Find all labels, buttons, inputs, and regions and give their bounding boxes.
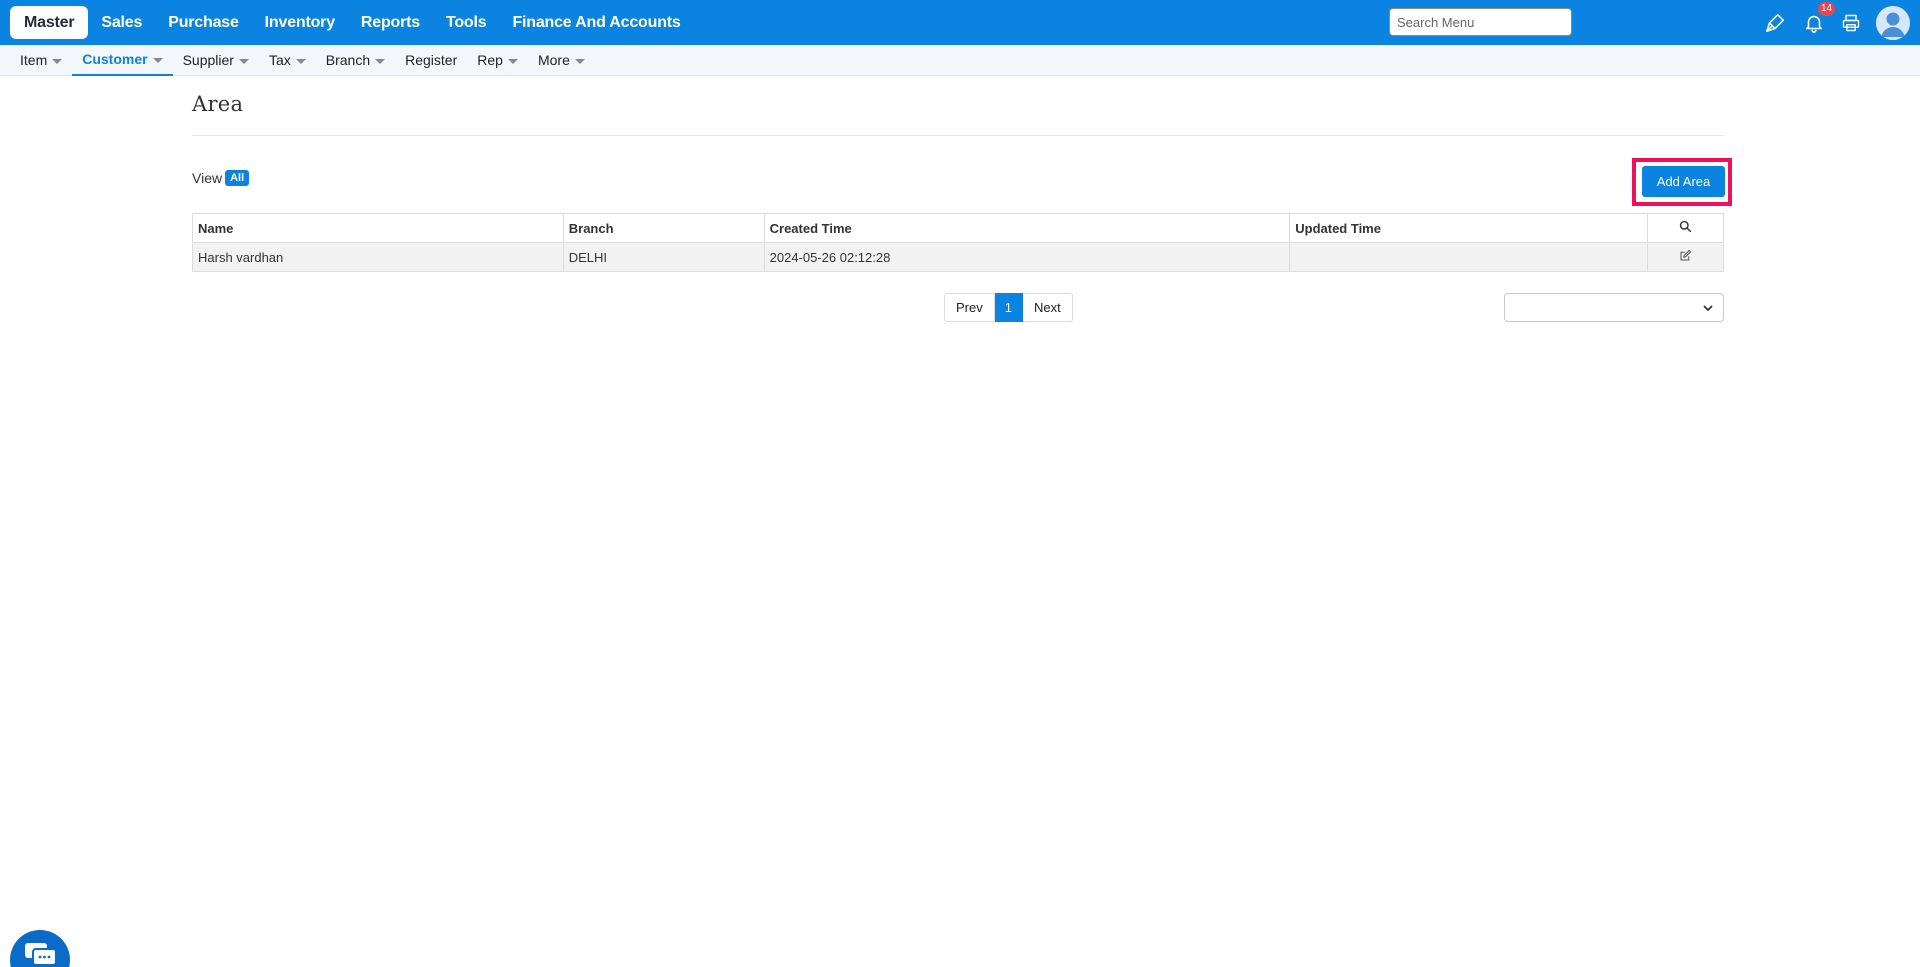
submenu-item-label: Supplier [182,52,234,68]
menu-tools[interactable]: Tools [433,6,499,39]
column-header-updated-time[interactable]: Updated Time [1289,213,1649,243]
caret-down-icon [574,58,585,64]
page-1-button[interactable]: 1 [994,293,1023,322]
submenu-item[interactable]: Item [10,45,72,76]
caret-down-icon [52,58,63,64]
view-filter: View All [192,170,250,186]
submenu-item-label: Item [20,52,48,68]
menu-reports[interactable]: Reports [348,6,433,39]
submenu-supplier[interactable]: Supplier [173,45,259,76]
submenu-item-label: Customer [82,51,148,67]
submenu-tax[interactable]: Tax [259,45,316,76]
sub-menu: Item Customer Supplier Tax Branch Regist… [10,45,595,76]
view-all-pill[interactable]: All [225,170,250,186]
cell-name: Harsh vardhan [192,242,564,272]
menu-purchase[interactable]: Purchase [155,6,251,39]
submenu-rep[interactable]: Rep [467,45,528,76]
pagination: Prev 1 Next [944,293,1073,322]
submenu-customer[interactable]: Customer [72,45,173,76]
page-size-select[interactable] [1504,293,1724,322]
area-table: Name Branch Created Time Updated Time Ha… [192,213,1724,272]
chat-icon [25,943,57,966]
sub-navbar: Item Customer Supplier Tax Branch Regist… [0,45,1920,76]
cell-created-time: 2024-05-26 02:12:28 [763,242,1291,272]
table-header-row: Name Branch Created Time Updated Time [192,213,1724,243]
top-navbar: Master Sales Purchase Inventory Reports … [0,0,1920,45]
menu-sales[interactable]: Sales [88,6,155,39]
notification-count-badge: 14 [1818,2,1836,16]
cell-branch: DELHI [562,242,765,272]
column-header-branch[interactable]: Branch [562,213,765,243]
menu-inventory[interactable]: Inventory [252,6,348,39]
search-icon [1679,220,1692,233]
menu-finance-and-accounts[interactable]: Finance And Accounts [499,6,693,39]
submenu-item-label: More [537,52,570,68]
column-header-name[interactable]: Name [192,213,564,243]
submenu-item-label: Rep [477,52,503,68]
view-label: View [192,170,223,186]
submenu-item-label: Register [405,52,458,68]
next-page-button[interactable]: Next [1022,293,1073,322]
submenu-item-label: Tax [268,52,291,68]
submenu-item-label: Branch [325,52,371,68]
caret-down-icon [507,58,518,64]
printer-icon[interactable] [1838,10,1864,36]
edit-row-button[interactable] [1647,242,1724,272]
chevron-down-icon [1703,305,1713,311]
add-area-button[interactable]: Add Area [1642,166,1725,197]
user-avatar-icon[interactable] [1876,6,1910,40]
menu-master[interactable]: Master [10,6,89,39]
chat-widget-button[interactable] [10,930,70,967]
title-divider [192,135,1724,136]
column-header-created-time[interactable]: Created Time [763,213,1291,243]
pen-icon[interactable] [1762,10,1788,36]
caret-down-icon [238,58,249,64]
caret-down-icon [295,58,306,64]
cell-updated-time [1289,242,1649,272]
prev-page-button[interactable]: Prev [944,293,995,322]
caret-down-icon [375,58,386,64]
submenu-more[interactable]: More [528,45,595,76]
submenu-register[interactable]: Register [395,45,467,76]
table-row[interactable]: Harsh vardhan DELHI 2024-05-26 02:12:28 [192,242,1724,272]
table-search-button[interactable] [1647,213,1724,243]
edit-icon [1680,249,1692,261]
main-menu: Master Sales Purchase Inventory Reports … [10,6,694,39]
page-title: Area [192,92,244,116]
submenu-branch[interactable]: Branch [316,45,395,76]
search-menu-input[interactable] [1389,8,1572,36]
caret-down-icon [152,57,163,63]
